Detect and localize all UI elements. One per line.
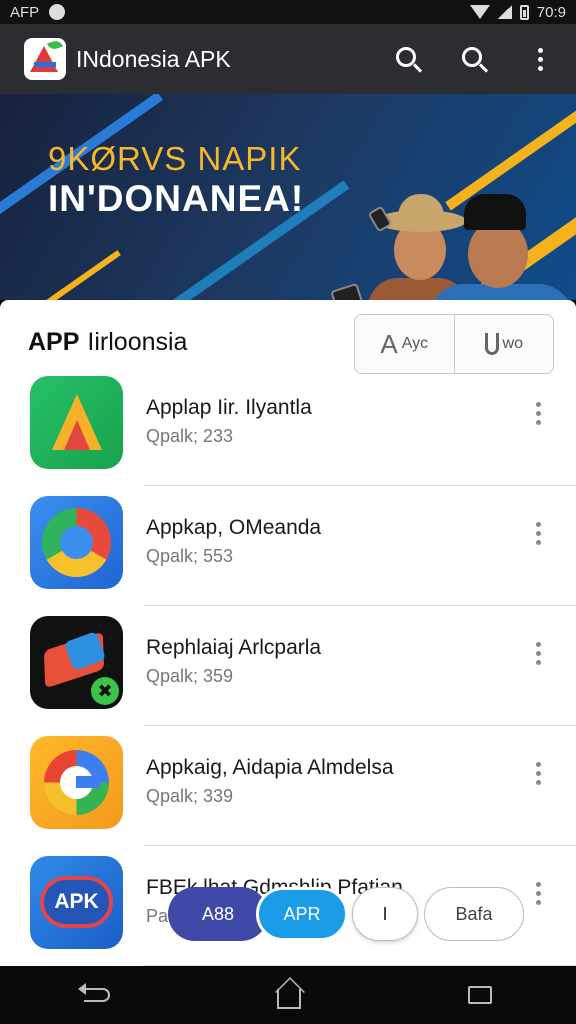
list-item[interactable]: ✖ Rephlaiaj Arlcparla Qpalk; 359 [0,610,576,730]
more-vert-icon[interactable] [528,642,548,672]
more-vert-icon[interactable] [528,882,548,912]
signal-icon [497,5,512,19]
recent-apps-icon[interactable] [468,986,493,1004]
app-list: Applap Iir. Ilyantla Qpalk; 233 Appkap, … [0,370,576,966]
app-name: Appkap, OMeanda [146,516,322,539]
app-meta: Qpalk; 359 [146,666,234,686]
back-icon[interactable] [77,983,110,1002]
letter-a-icon: A [380,328,398,359]
app-meta: Qpalk; 233 [146,426,234,446]
home-icon[interactable] [276,989,301,1009]
view-toggle: A Ayc wo [354,314,554,374]
overflow-menu-button[interactable] [522,41,558,77]
app-meta: Qpalk; 339 [146,786,234,806]
chip-i[interactable]: I [352,887,418,941]
clock: 70:9 [536,3,566,21]
section-title: APP Iirloonsia [28,328,188,356]
app-icon [30,736,123,829]
list-item[interactable]: Applap Iir. Ilyantla Qpalk; 233 [0,370,576,490]
close-badge-icon: ✖ [91,677,119,705]
toggle-option-b[interactable]: wo [453,315,554,373]
system-nav-bar [0,966,576,1024]
hero-banner[interactable]: 9KØRVS NAPIK IN'DONANEA! [0,94,576,300]
search-icon [462,47,482,67]
chip-a88[interactable]: A88 [168,887,268,941]
list-item[interactable]: Appkaig, Aidapia Almdelsa Qpalk; 339 [0,730,576,850]
chip-bafa[interactable]: Bafa [424,887,524,941]
app-icon [30,496,123,589]
section-header: APP Iirloonsia A Ayc wo [0,300,576,380]
app-name: Applap Iir. Ilyantla [146,396,312,419]
hero-subtitle: 9KØRVS NAPIK [48,140,302,177]
chip-apr[interactable]: APR [256,887,348,941]
app-logo-icon [24,38,66,80]
app-list-panel: APP Iirloonsia A Ayc wo Applap Iir. Ilyan… [0,300,576,966]
app-meta: Qpalk; 553 [146,546,234,566]
phone-icon [330,282,370,300]
list-item[interactable]: Appkap, OMeanda Qpalk; 553 [0,490,576,610]
hand-icon [484,333,499,355]
search-icon [396,47,416,67]
filter-chips: A88 APR I Bafa [168,886,524,942]
battery-icon [519,4,529,20]
hero-headline: IN'DONANEA! [48,178,305,219]
more-vert-icon[interactable] [528,522,548,552]
wifi-icon [469,5,490,19]
toggle-option-a[interactable]: A Ayc [355,315,454,373]
app-bar: INdonesia APK [0,24,576,94]
app-icon: APK [30,856,123,949]
app-title: INdonesia APK [76,45,231,72]
more-vert-icon[interactable] [528,762,548,792]
carrier-label: AFP [10,3,40,21]
app-icon: ✖ [30,616,123,709]
app-name: Appkaig, Aidapia Almdelsa [146,756,394,779]
apk-icon: APK [40,876,113,928]
more-vert-icon [537,47,543,71]
status-bar: AFP 70:9 [0,0,576,24]
app-meta: Pa [146,906,169,926]
app-name: Rephlaiaj Arlcparla [146,636,322,659]
notification-icon [49,4,66,20]
search-button[interactable] [390,41,426,77]
app-icon [30,376,123,469]
search-button-secondary[interactable] [456,41,492,77]
more-vert-icon[interactable] [528,402,548,432]
